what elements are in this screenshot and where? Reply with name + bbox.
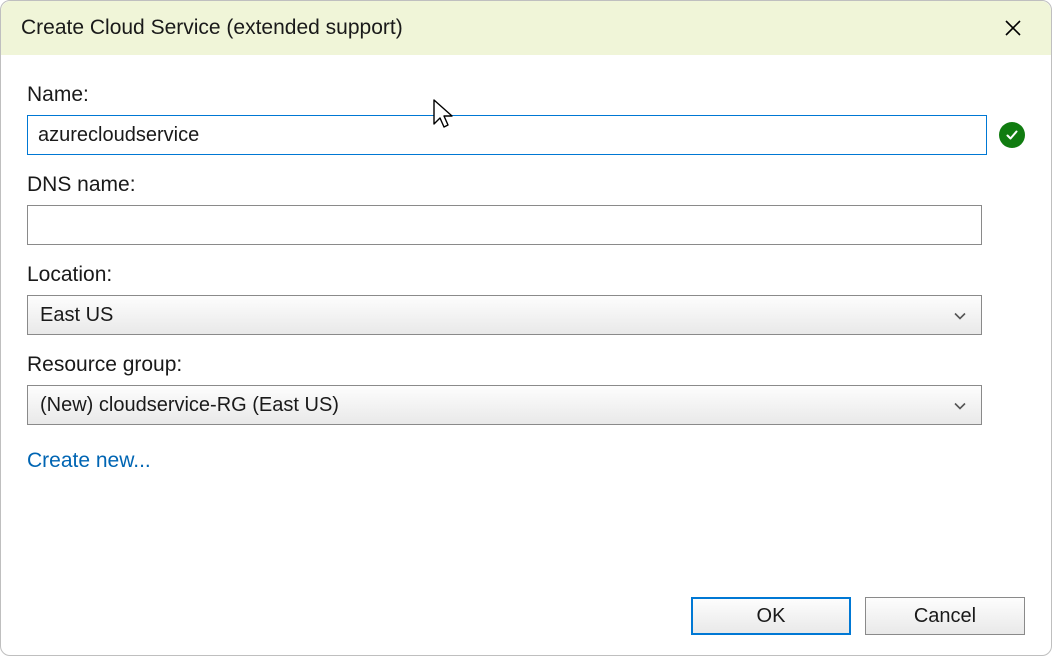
create-cloud-service-dialog: Create Cloud Service (extended support) …: [0, 0, 1052, 656]
resource-group-field-group: Resource group: (New) cloudservice-RG (E…: [27, 353, 1025, 425]
ok-button-label: OK: [757, 605, 786, 628]
location-field-group: Location: East US: [27, 263, 1025, 335]
create-new-link[interactable]: Create new...: [27, 449, 151, 473]
name-label: Name:: [27, 83, 1025, 107]
location-label: Location:: [27, 263, 1025, 287]
dns-label: DNS name:: [27, 173, 1025, 197]
close-button[interactable]: [995, 10, 1031, 46]
cancel-button-label: Cancel: [914, 605, 976, 628]
dialog-title: Create Cloud Service (extended support): [21, 16, 995, 40]
location-select[interactable]: East US: [27, 295, 982, 335]
resource-group-label: Resource group:: [27, 353, 1025, 377]
ok-button[interactable]: OK: [691, 597, 851, 635]
name-input[interactable]: [27, 115, 987, 155]
chevron-down-icon: [953, 304, 967, 327]
dialog-titlebar: Create Cloud Service (extended support): [1, 1, 1051, 55]
resource-group-select[interactable]: (New) cloudservice-RG (East US): [27, 385, 982, 425]
location-select-value: East US: [40, 304, 113, 327]
chevron-down-icon: [953, 394, 967, 417]
name-field-group: Name:: [27, 83, 1025, 155]
dns-input[interactable]: [27, 205, 982, 245]
dns-field-group: DNS name:: [27, 173, 1025, 245]
name-input-row: [27, 115, 1025, 155]
resource-group-select-value: (New) cloudservice-RG (East US): [40, 394, 339, 417]
dialog-content: Name: DNS name: Location: East US: [1, 55, 1051, 473]
cancel-button[interactable]: Cancel: [865, 597, 1025, 635]
dialog-button-row: OK Cancel: [691, 597, 1025, 635]
close-icon: [1004, 19, 1022, 37]
validation-check-icon: [999, 122, 1025, 148]
